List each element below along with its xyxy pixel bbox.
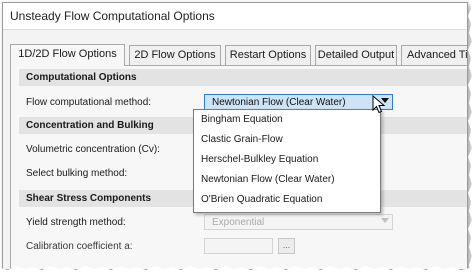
torn-edge-bottom bbox=[0, 266, 474, 273]
calibration-browse-button[interactable]: ... bbox=[278, 238, 295, 254]
section-header-computational: Computational Options bbox=[19, 69, 467, 86]
tab-strip: 1D/2D Flow Options 2D Flow Options Resta… bbox=[10, 44, 467, 66]
dropdown-option-clastic[interactable]: Clastic Grain-Flow bbox=[194, 131, 380, 151]
flow-method-dropdown-list: Bingham Equation Clastic Grain-Flow Hers… bbox=[193, 109, 381, 213]
dropdown-option-newtonian[interactable]: Newtonian Flow (Clear Water) bbox=[194, 171, 380, 191]
torn-edge-right bbox=[468, 0, 474, 273]
yield-strength-select[interactable]: Exponential bbox=[204, 214, 393, 230]
window-title: Unsteady Flow Computational Options bbox=[10, 9, 215, 23]
dropdown-option-herschel-bulkley[interactable]: Herschel-Bulkley Equation bbox=[194, 151, 380, 171]
tab-advanced-time[interactable]: Advanced Ti bbox=[401, 45, 467, 65]
chevron-down-icon bbox=[381, 218, 389, 223]
flow-method-value: Newtonian Flow (Clear Water) bbox=[212, 97, 346, 108]
calibration-coefficient-label: Calibration coefficient a: bbox=[26, 241, 133, 252]
bulking-method-label: Select bulking method: bbox=[26, 168, 128, 179]
dropdown-option-obrien[interactable]: O'Brien Quadratic Equation bbox=[194, 191, 380, 211]
volumetric-concentration-label: Volumetric concentration (Cv): bbox=[26, 144, 160, 155]
tab-2d-flow-options[interactable]: 2D Flow Options bbox=[129, 45, 221, 65]
calibration-coefficient-input[interactable] bbox=[204, 238, 273, 254]
flow-method-label: Flow computational method: bbox=[26, 97, 152, 108]
tab-detailed-output[interactable]: Detailed Output bbox=[315, 45, 397, 65]
yield-strength-value: Exponential bbox=[212, 217, 265, 228]
tab-1d2d-flow-options[interactable]: 1D/2D Flow Options bbox=[10, 44, 125, 66]
yield-strength-label: Yield strength method: bbox=[26, 217, 126, 228]
dropdown-option-bingham[interactable]: Bingham Equation bbox=[194, 111, 380, 131]
mouse-cursor-icon bbox=[372, 95, 386, 114]
tab-restart-options[interactable]: Restart Options bbox=[225, 45, 311, 65]
title-bar: Unsteady Flow Computational Options bbox=[3, 3, 467, 30]
flow-method-select[interactable]: Newtonian Flow (Clear Water) bbox=[204, 94, 393, 110]
